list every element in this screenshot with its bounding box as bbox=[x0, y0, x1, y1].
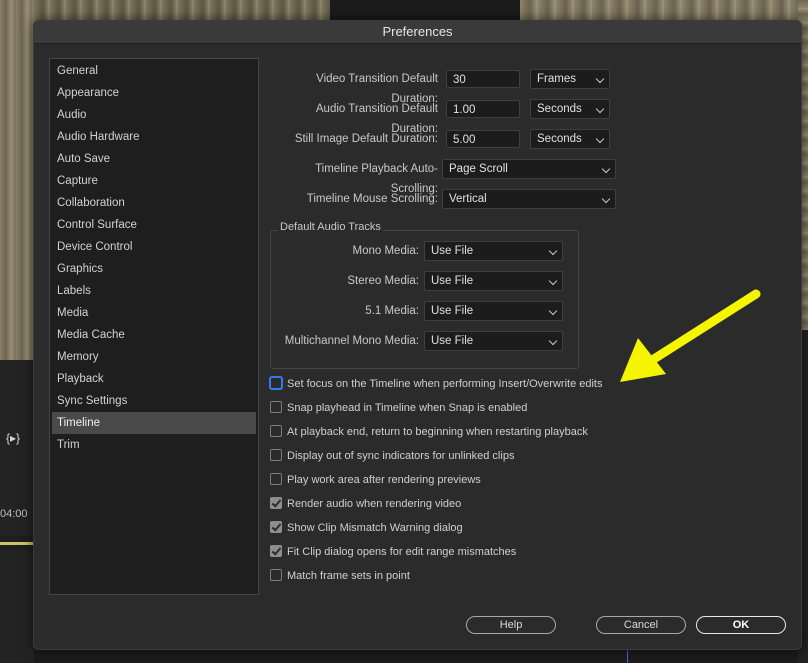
chevron-down-icon bbox=[595, 134, 605, 144]
sidebar-item-memory[interactable]: Memory bbox=[52, 346, 256, 368]
default-audio-tracks-title: Default Audio Tracks bbox=[278, 220, 383, 234]
surround-media-select[interactable]: Use File bbox=[424, 301, 563, 321]
still-image-unit-select[interactable]: Seconds bbox=[530, 129, 610, 149]
still-image-unit-value: Seconds bbox=[537, 133, 582, 145]
multichannel-media-label: Multichannel Mono Media: bbox=[284, 335, 419, 347]
render-audio-checkbox[interactable] bbox=[270, 497, 282, 509]
fit-clip-checkbox[interactable] bbox=[270, 545, 282, 557]
sidebar-item-appearance[interactable]: Appearance bbox=[52, 82, 256, 104]
fit-clip-label: Fit Clip dialog opens for edit range mis… bbox=[287, 546, 517, 558]
sidebar-item-media[interactable]: Media bbox=[52, 302, 256, 324]
surround-media-label: 5.1 Media: bbox=[365, 305, 419, 317]
still-image-label: Still Image Default Duration: bbox=[294, 133, 438, 145]
chevron-down-icon bbox=[548, 276, 558, 286]
auto-scrolling-select[interactable]: Page Scroll bbox=[442, 159, 616, 179]
mono-media-value: Use File bbox=[431, 245, 474, 257]
sidebar-item-audio[interactable]: Audio bbox=[52, 104, 256, 126]
focus-timeline-label: Set focus on the Timeline when performin… bbox=[287, 378, 603, 390]
preferences-sidebar: General Appearance Audio Audio Hardware … bbox=[49, 58, 259, 595]
sidebar-item-sync-settings[interactable]: Sync Settings bbox=[52, 390, 256, 412]
mono-media-select[interactable]: Use File bbox=[424, 241, 563, 261]
sidebar-item-auto-save[interactable]: Auto Save bbox=[52, 148, 256, 170]
chevron-down-icon bbox=[601, 194, 611, 204]
sidebar-item-labels[interactable]: Labels bbox=[52, 280, 256, 302]
background-video-frame-top-right bbox=[520, 0, 808, 22]
timeline-timecode: 04:00 bbox=[0, 508, 28, 520]
chevron-down-icon bbox=[595, 74, 605, 84]
focus-timeline-checkbox[interactable] bbox=[270, 377, 282, 389]
sidebar-item-timeline[interactable]: Timeline bbox=[52, 412, 256, 434]
match-frame-label: Match frame sets in point bbox=[287, 570, 410, 582]
annotation-arrow-icon bbox=[620, 289, 761, 382]
video-transition-unit-value: Frames bbox=[537, 73, 576, 85]
sidebar-item-device-control[interactable]: Device Control bbox=[52, 236, 256, 258]
sidebar-item-capture[interactable]: Capture bbox=[52, 170, 256, 192]
mouse-scrolling-value: Vertical bbox=[449, 193, 487, 205]
annotation-arrow-shaft bbox=[641, 289, 761, 369]
sidebar-item-playback[interactable]: Playback bbox=[52, 368, 256, 390]
audio-transition-duration-input[interactable]: 1.00 bbox=[446, 100, 520, 118]
clip-mismatch-checkbox[interactable] bbox=[270, 521, 282, 533]
sidebar-item-audio-hardware[interactable]: Audio Hardware bbox=[52, 126, 256, 148]
chevron-down-icon bbox=[548, 306, 558, 316]
mouse-scrolling-select[interactable]: Vertical bbox=[442, 189, 616, 209]
auto-scrolling-value: Page Scroll bbox=[449, 163, 508, 175]
video-transition-duration-input[interactable]: 30 bbox=[446, 70, 520, 88]
mono-media-label: Mono Media: bbox=[352, 245, 419, 257]
cancel-button[interactable]: Cancel bbox=[596, 616, 686, 634]
help-button[interactable]: Help bbox=[466, 616, 556, 634]
match-frame-checkbox[interactable] bbox=[270, 569, 282, 581]
chevron-down-icon bbox=[548, 246, 558, 256]
still-image-duration-input[interactable]: 5.00 bbox=[446, 130, 520, 148]
video-transition-unit-select[interactable]: Frames bbox=[530, 69, 610, 89]
ok-button[interactable]: OK bbox=[696, 616, 786, 634]
sidebar-item-graphics[interactable]: Graphics bbox=[52, 258, 256, 280]
sidebar-item-trim[interactable]: Trim bbox=[52, 434, 256, 456]
background-video-frame-top bbox=[34, 0, 330, 22]
timeline-work-area-bar bbox=[0, 536, 34, 550]
sidebar-item-control-surface[interactable]: Control Surface bbox=[52, 214, 256, 236]
sidebar-item-media-cache[interactable]: Media Cache bbox=[52, 324, 256, 346]
sidebar-item-collaboration[interactable]: Collaboration bbox=[52, 192, 256, 214]
chevron-down-icon bbox=[595, 104, 605, 114]
out-of-sync-label: Display out of sync indicators for unlin… bbox=[287, 450, 515, 462]
multichannel-media-value: Use File bbox=[431, 335, 474, 347]
playback-end-label: At playback end, return to beginning whe… bbox=[287, 426, 588, 438]
audio-transition-unit-select[interactable]: Seconds bbox=[530, 99, 610, 119]
stereo-media-select[interactable]: Use File bbox=[424, 271, 563, 291]
play-work-area-checkbox[interactable] bbox=[270, 473, 282, 485]
stereo-media-label: Stereo Media: bbox=[347, 275, 419, 287]
chevron-down-icon bbox=[548, 336, 558, 346]
background-video-frame-left bbox=[0, 0, 34, 360]
mouse-scrolling-label: Timeline Mouse Scrolling: bbox=[306, 193, 438, 205]
stereo-media-value: Use File bbox=[431, 275, 474, 287]
multichannel-media-select[interactable]: Use File bbox=[424, 331, 563, 351]
snap-playhead-label: Snap playhead in Timeline when Snap is e… bbox=[287, 402, 528, 414]
audio-transition-unit-value: Seconds bbox=[537, 103, 582, 115]
play-work-area-label: Play work area after rendering previews bbox=[287, 474, 481, 486]
render-audio-label: Render audio when rendering video bbox=[287, 498, 462, 510]
surround-media-value: Use File bbox=[431, 305, 474, 317]
out-of-sync-checkbox[interactable] bbox=[270, 449, 282, 461]
snap-playhead-checkbox[interactable] bbox=[270, 401, 282, 413]
playback-end-checkbox[interactable] bbox=[270, 425, 282, 437]
chevron-down-icon bbox=[601, 164, 611, 174]
timeline-snap-icon: {▸} bbox=[6, 431, 21, 445]
sidebar-item-general[interactable]: General bbox=[52, 60, 256, 82]
timeline-playhead-line bbox=[627, 648, 628, 663]
clip-mismatch-label: Show Clip Mismatch Warning dialog bbox=[287, 522, 463, 534]
